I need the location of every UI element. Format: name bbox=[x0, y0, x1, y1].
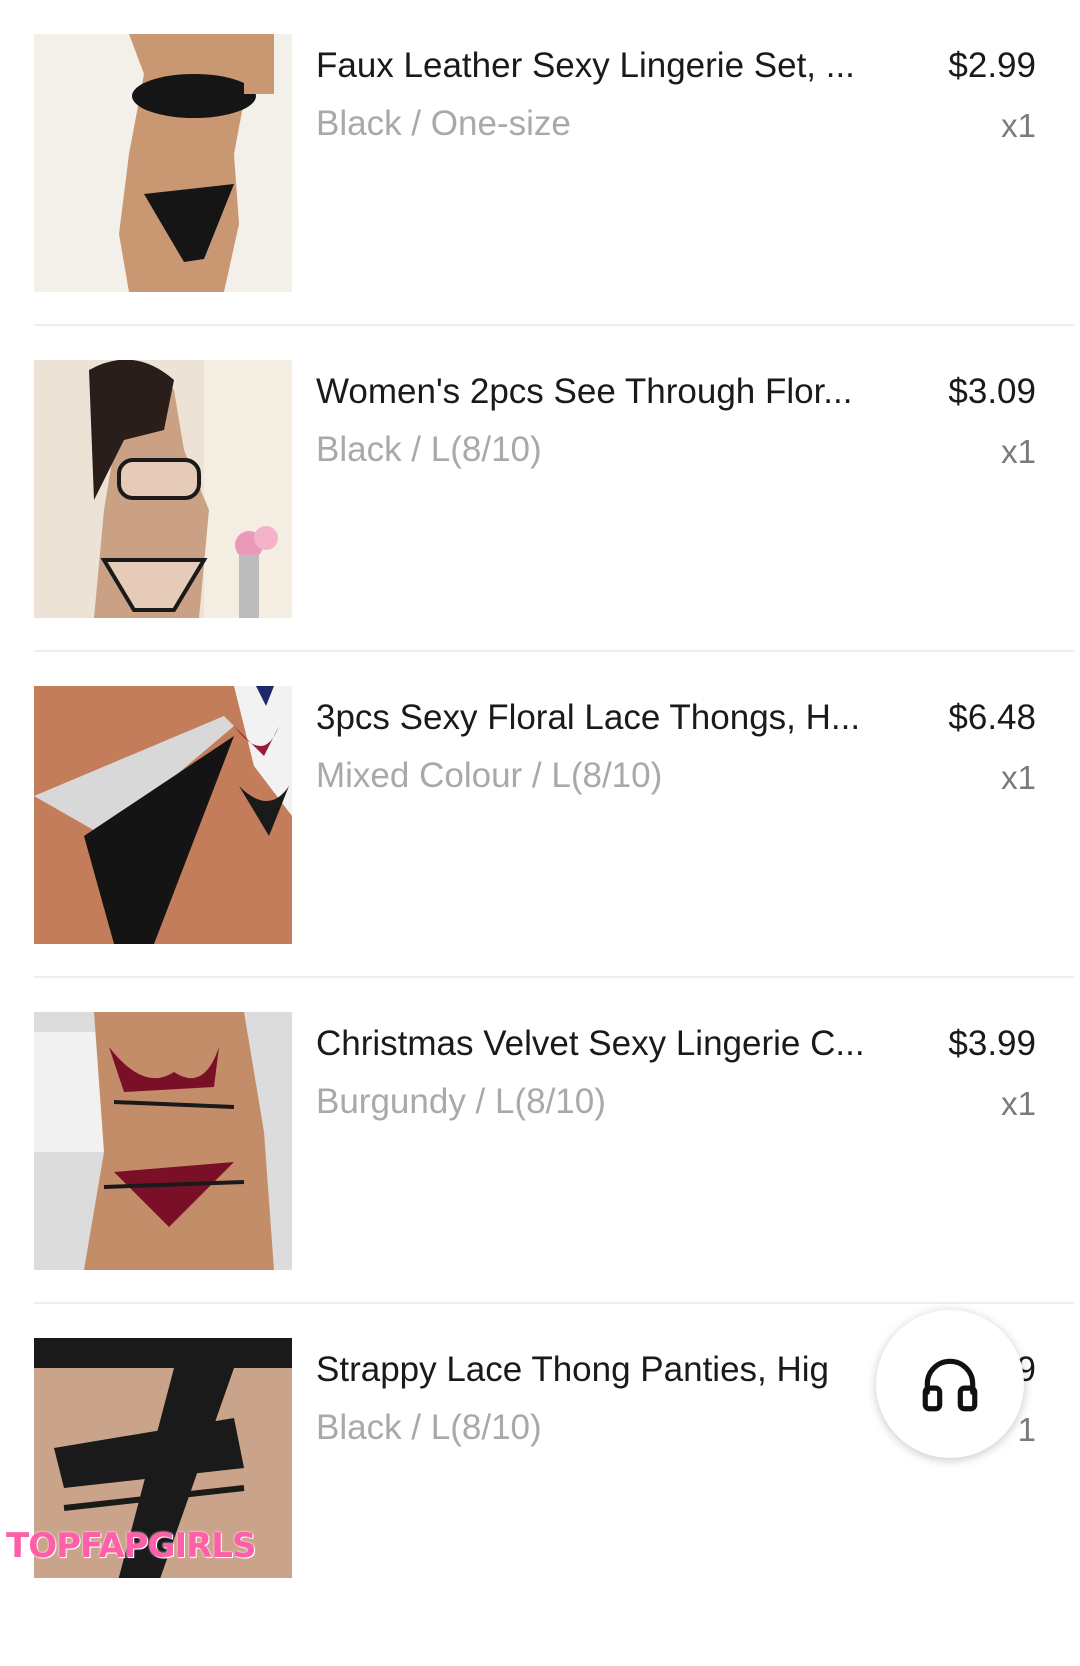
product-variant: Black / L(8/10) bbox=[316, 1408, 542, 1447]
product-quantity: 1 bbox=[1017, 1411, 1036, 1448]
order-item[interactable]: 3pcs Sexy Floral Lace Thongs, H... Mixed… bbox=[34, 686, 1074, 1014]
product-variant: Black / One-size bbox=[316, 104, 571, 143]
item-divider bbox=[34, 650, 1074, 652]
product-thumbnail[interactable] bbox=[34, 686, 292, 944]
product-title[interactable]: Christmas Velvet Sexy Lingerie C... bbox=[316, 1024, 916, 1064]
product-photo bbox=[34, 360, 292, 618]
headphones-icon bbox=[922, 1358, 978, 1412]
product-photo bbox=[34, 686, 292, 944]
product-thumbnail[interactable] bbox=[34, 1012, 292, 1270]
product-price: $3.99 bbox=[948, 1024, 1036, 1063]
product-variant: Mixed Colour / L(8/10) bbox=[316, 756, 663, 795]
product-variant: Burgundy / L(8/10) bbox=[316, 1082, 606, 1121]
product-quantity: x1 bbox=[1001, 433, 1036, 470]
product-title[interactable]: Women's 2pcs See Through Flor... bbox=[316, 372, 916, 412]
product-price: $6.48 bbox=[948, 698, 1036, 737]
order-item[interactable]: Christmas Velvet Sexy Lingerie C... Burg… bbox=[34, 1012, 1074, 1340]
product-price: $3.09 bbox=[948, 372, 1036, 411]
order-item[interactable]: Women's 2pcs See Through Flor... Black /… bbox=[34, 360, 1074, 688]
product-quantity: x1 bbox=[1001, 1085, 1036, 1122]
product-variant: Black / L(8/10) bbox=[316, 430, 542, 469]
item-divider bbox=[34, 324, 1074, 326]
watermark-text: TOPFAPGIRLS bbox=[6, 1526, 256, 1566]
order-item[interactable]: Faux Leather Sexy Lingerie Set, ... Blac… bbox=[34, 34, 1074, 362]
product-thumbnail[interactable] bbox=[34, 360, 292, 618]
product-thumbnail[interactable] bbox=[34, 34, 292, 292]
product-price: $2.99 bbox=[948, 46, 1036, 85]
product-title[interactable]: Strappy Lace Thong Panties, Hig bbox=[316, 1350, 916, 1390]
product-photo bbox=[34, 1012, 292, 1270]
product-photo bbox=[34, 34, 292, 292]
product-title[interactable]: 3pcs Sexy Floral Lace Thongs, H... bbox=[316, 698, 916, 738]
item-divider bbox=[34, 1302, 1074, 1304]
product-title[interactable]: Faux Leather Sexy Lingerie Set, ... bbox=[316, 46, 916, 86]
item-divider bbox=[34, 976, 1074, 978]
product-quantity: x1 bbox=[1001, 759, 1036, 796]
customer-support-button[interactable] bbox=[876, 1310, 1024, 1458]
product-quantity: x1 bbox=[1001, 107, 1036, 144]
